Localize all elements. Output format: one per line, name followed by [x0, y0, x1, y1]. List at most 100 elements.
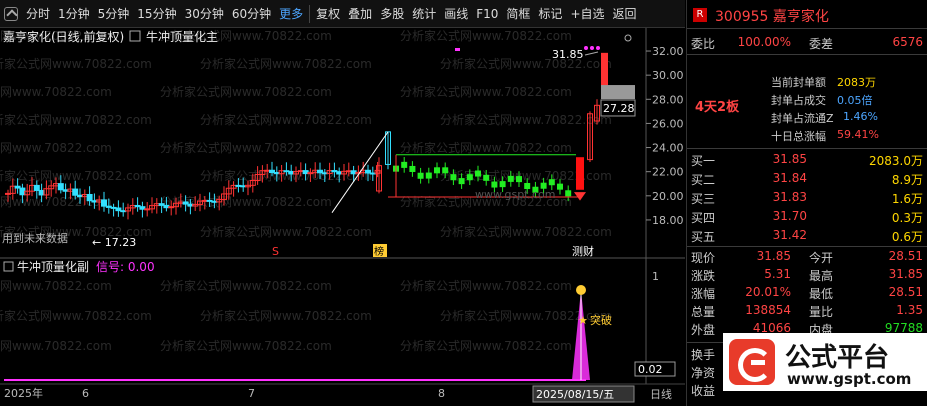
tab-5min[interactable]: 5分钟	[94, 0, 134, 28]
site-watermark: www.gspt.com	[475, 188, 555, 201]
kline-chart[interactable]: 分析家公式网www.70822.com 分析家公式网www.70822.com 分析…	[0, 28, 685, 406]
tab-timeshare[interactable]: 分时	[22, 0, 54, 28]
add-watchlist-button[interactable]: +自选	[566, 0, 608, 28]
bid-price: 31.84	[772, 171, 807, 185]
watermark-text: 分析家公式网www.70822.com	[400, 278, 572, 293]
bid-volume: 0.3万	[891, 211, 923, 225]
adjust-button[interactable]: 复权	[312, 0, 344, 28]
gspt-logo: 公式平台 www.gspt.com	[723, 333, 927, 391]
date-label: 8	[438, 387, 445, 400]
bid-level-label: 买四	[691, 211, 716, 225]
candle	[134, 204, 141, 208]
divider	[687, 54, 927, 55]
candle	[235, 184, 242, 187]
quote-label: 涨跌	[691, 269, 716, 283]
extra-label: 净资	[691, 366, 716, 380]
stat-value: 2083万	[837, 76, 876, 89]
candle	[321, 172, 328, 175]
stock-badge-icon: R	[693, 8, 707, 22]
candle	[163, 204, 170, 209]
price-axis: 32.00 30.00 28.00 26.00 24.00 22.00 20.00 18.00…	[600, 45, 684, 227]
quote-label: 总量	[691, 305, 716, 319]
watermark-text: 分析家公式网www.70822.com	[0, 168, 152, 183]
tab-15min[interactable]: 15分钟	[133, 0, 180, 28]
bid-volume: 2083.0万	[869, 154, 923, 168]
candle	[38, 189, 45, 196]
price-tick-label: 28.00	[652, 93, 684, 106]
bid-volume: 1.6万	[891, 192, 923, 206]
bid-price: 31.70	[772, 209, 807, 223]
menu-icon[interactable]	[4, 6, 18, 21]
draw-line-button[interactable]: 画线	[440, 0, 472, 28]
candle	[139, 206, 146, 210]
candle	[350, 170, 357, 175]
stats-button[interactable]: 统计	[408, 0, 440, 28]
watermark-text: 分析家公式网www.70822.com	[160, 84, 332, 99]
quote-value: 138854	[745, 303, 791, 317]
stat-value: 59.41%	[837, 128, 879, 141]
candle	[110, 206, 117, 209]
divider	[687, 28, 927, 29]
watermark-text: 分析家公式网www.70822.com	[0, 84, 112, 99]
candle	[120, 210, 127, 213]
stat-value: 0.05倍	[837, 94, 873, 107]
candle	[115, 207, 122, 212]
toolbar-divider	[309, 4, 311, 23]
watermark-text: 分析家公式网www.70822.com	[0, 338, 112, 353]
indicator-icon	[129, 30, 141, 42]
mark-button[interactable]: 标记	[534, 0, 566, 28]
watermark-text: 分析家公式网www.70822.com	[400, 140, 572, 155]
f10-button[interactable]: F10	[472, 0, 502, 28]
watermark-text: 分析家公式网www.70822.com	[400, 338, 572, 353]
date-label: 2025年	[4, 386, 43, 400]
candle	[101, 199, 107, 207]
more-button[interactable]: 更多	[275, 0, 307, 28]
candle	[273, 171, 280, 175]
extra-label: 换手	[691, 348, 716, 362]
stock-header: R 300955 嘉亨家化	[687, 6, 927, 25]
candle	[201, 199, 208, 202]
candle	[264, 169, 271, 172]
bid-level-label: 买二	[691, 173, 716, 187]
candle	[19, 187, 26, 196]
weicha-label: 委差	[809, 37, 834, 51]
candle	[57, 183, 64, 191]
multi-stock-button[interactable]: 多股	[376, 0, 408, 28]
quote-value: 20.01%	[745, 285, 791, 299]
weicha-value: 6576	[892, 35, 923, 49]
gspt-logo-icon	[729, 339, 775, 385]
tab-30min[interactable]: 30分钟	[181, 0, 228, 28]
tab-60min[interactable]: 60分钟	[228, 0, 275, 28]
high-price-label: 31.85	[552, 48, 584, 61]
candle	[331, 170, 338, 173]
watermark-text: 分析家公式网www.70822.com	[160, 278, 332, 293]
quote-label: 今开	[809, 251, 834, 265]
period-label: 日线	[650, 387, 672, 401]
date-label: 7	[248, 387, 255, 400]
watermark-text: 分析家公式网www.70822.com	[440, 224, 612, 239]
watermark-text: 分析家公式网www.70822.com	[0, 56, 152, 71]
candle	[317, 169, 323, 174]
back-button[interactable]: 返回	[609, 0, 641, 28]
quote-label: 现价	[691, 251, 716, 265]
bid-volume: 0.6万	[891, 230, 923, 244]
settings-dot-icon	[624, 34, 632, 42]
quote-value: 5.31	[764, 267, 791, 281]
stat-label: 当前封单额	[771, 76, 826, 89]
quote-label: 外盘	[691, 323, 716, 337]
simple-frame-button[interactable]: 简框	[502, 0, 534, 28]
date-cursor-label: 2025/08/15/五	[536, 388, 614, 401]
divider	[687, 148, 927, 149]
bid-volume: 8.9万	[891, 173, 923, 187]
quote-label: 最低	[809, 287, 834, 301]
breakout-label: 突破	[590, 313, 612, 327]
tab-1min[interactable]: 1分钟	[54, 0, 94, 28]
bid-price: 31.42	[772, 228, 807, 242]
bid-level-label: 买一	[691, 154, 716, 168]
money-bag-icon	[576, 285, 586, 295]
price-tick-label: 22.00	[652, 166, 684, 179]
signal-dot	[590, 46, 594, 50]
candle	[14, 185, 21, 189]
watermark-text: 分析家公式网www.70822.com	[200, 224, 372, 239]
overlay-button[interactable]: 叠加	[344, 0, 376, 28]
